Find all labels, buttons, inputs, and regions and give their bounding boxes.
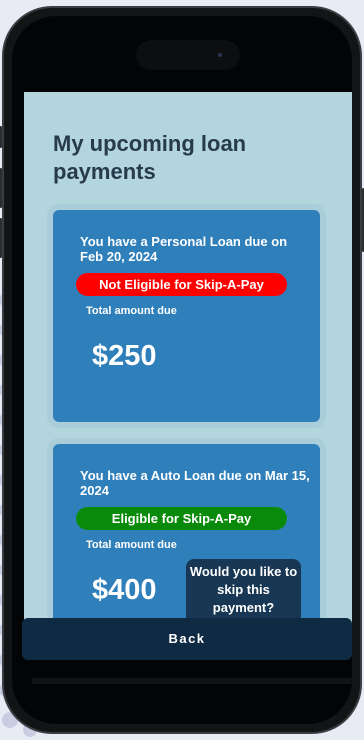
side-button-silent bbox=[0, 126, 2, 148]
back-button[interactable]: Back bbox=[22, 618, 352, 660]
amount-due-value: $400 bbox=[92, 574, 157, 606]
screen-bottom-edge bbox=[32, 678, 352, 684]
total-amount-label: Total amount due bbox=[86, 305, 177, 317]
loan-card-personal: You have a Personal Loan due on Feb 20, … bbox=[53, 210, 320, 422]
app-screen: My upcoming loan payments You have a Per… bbox=[24, 92, 352, 636]
dynamic-island bbox=[136, 40, 240, 70]
loan-card-auto: You have a Auto Loan due on Mar 15, 2024… bbox=[53, 444, 320, 636]
side-button-volume-up bbox=[0, 168, 2, 208]
camera-icon bbox=[218, 53, 222, 57]
skip-a-pay-status-badge: Eligible for Skip-A-Pay bbox=[76, 507, 287, 530]
side-button-volume-down bbox=[0, 218, 2, 258]
loan-due-text: You have a Personal Loan due on Feb 20, … bbox=[80, 234, 288, 264]
loan-due-text: You have a Auto Loan due on Mar 15, 2024 bbox=[80, 468, 310, 498]
skip-a-pay-status-badge: Not Eligible for Skip-A-Pay bbox=[76, 273, 287, 296]
skip-payment-button[interactable]: Would you like to skip this payment? bbox=[186, 559, 301, 625]
total-amount-label: Total amount due bbox=[86, 539, 177, 551]
amount-due-value: $250 bbox=[92, 340, 157, 372]
page-title: My upcoming loan payments bbox=[53, 131, 247, 184]
